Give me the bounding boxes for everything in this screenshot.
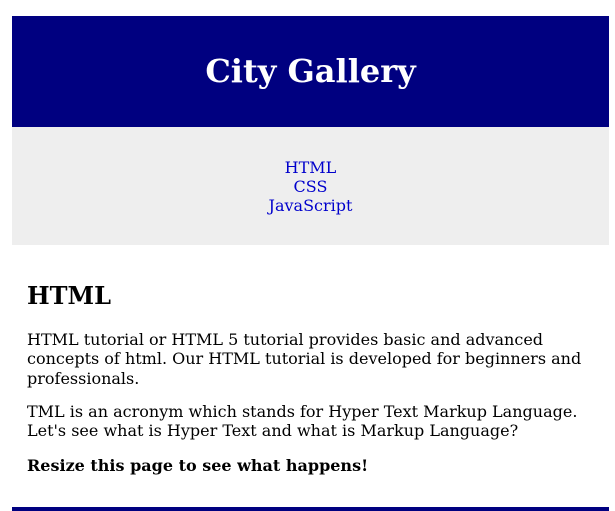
nav-item-javascript: JavaScript bbox=[12, 196, 609, 215]
intro-paragraph: HTML tutorial or HTML 5 tutorial provide… bbox=[27, 330, 582, 388]
site-title: City Gallery bbox=[205, 52, 416, 90]
definition-paragraph: TML is an acronym which stands for Hyper… bbox=[27, 402, 578, 441]
nav-item-css: CSS bbox=[12, 177, 609, 196]
section-heading: HTML bbox=[27, 281, 111, 310]
nav-list: HTML CSS JavaScript bbox=[12, 158, 609, 215]
page-container: City Gallery HTML CSS JavaScript HTML HT… bbox=[12, 16, 609, 511]
nav-link-html[interactable]: HTML bbox=[285, 158, 337, 177]
nav-panel: HTML CSS JavaScript bbox=[12, 127, 609, 245]
nav-link-css[interactable]: CSS bbox=[294, 177, 328, 196]
resize-note: Resize this page to see what happens! bbox=[27, 456, 369, 475]
header-banner: City Gallery bbox=[12, 16, 609, 127]
footer-bar bbox=[12, 507, 609, 511]
nav-item-html: HTML bbox=[12, 158, 609, 177]
nav-link-javascript[interactable]: JavaScript bbox=[269, 196, 353, 215]
